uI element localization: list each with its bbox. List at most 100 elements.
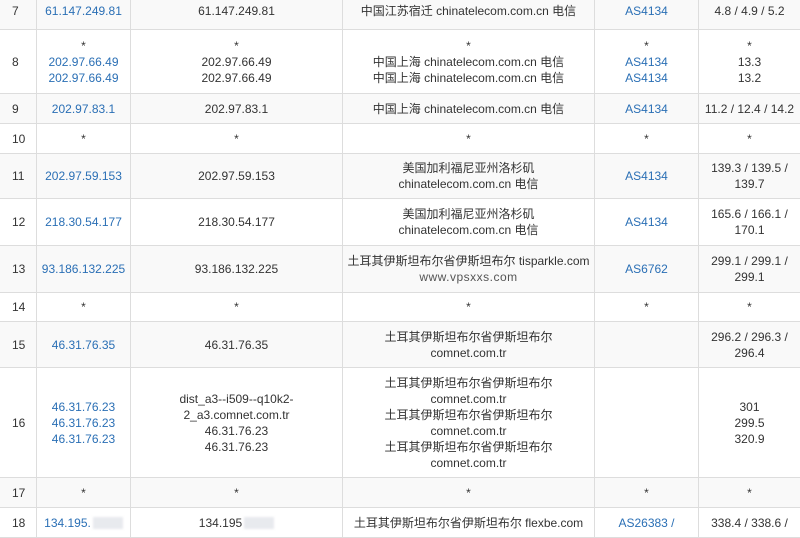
ip-address: 134.195. <box>36 508 130 537</box>
ip-line[interactable]: 46.31.76.23 <box>52 399 115 415</box>
asn-line[interactable]: AS4134 <box>625 54 668 70</box>
rtt-line: * <box>747 38 752 53</box>
loc-line: 中国上海 chinatelecom.com.cn 电信 <box>372 70 565 85</box>
latency: 11.2 / 12.4 / 14.2 <box>698 94 800 123</box>
table-row: 16 46.31.76.23 46.31.76.23 46.31.76.23 dist_… <box>0 368 800 478</box>
table-row: 18 134.195. 134.195 土耳其伊斯坦布尔省伊斯坦布尔 flexbe.c… <box>0 508 800 538</box>
host-line: 2_a3.comnet.com.tr <box>183 407 290 422</box>
hop-number: 14 <box>0 293 36 321</box>
ip-line[interactable]: 46.31.76.23 <box>52 431 115 447</box>
loc-line: comnet.com.tr <box>430 455 507 470</box>
ip-line[interactable]: 218.30.54.177 <box>45 214 122 230</box>
loc-line: comnet.com.tr <box>430 391 507 406</box>
ip-line[interactable]: 202.97.83.1 <box>52 101 115 117</box>
host-line: 202.97.66.49 <box>201 54 272 69</box>
hostname: dist_a3--i509--q10k2- 2_a3.comnet.com.tr 4… <box>130 368 342 477</box>
ip-line: * <box>81 485 86 500</box>
ip-line[interactable]: 46.31.76.35 <box>52 337 115 353</box>
ip-address: 46.31.76.23 46.31.76.23 46.31.76.23 <box>36 368 130 477</box>
hostname: * 202.97.66.49 202.97.66.49 <box>130 30 342 93</box>
asn-line[interactable]: AS4134 <box>625 3 668 19</box>
table-row: 7 61.147.249.81 61.147.249.81 中国江苏宿迁 chinat… <box>0 0 800 30</box>
host-line: 93.186.132.225 <box>194 262 279 276</box>
hop-label: 9 <box>12 101 19 116</box>
host-line: 61.147.249.81 <box>198 3 275 18</box>
hostname: * <box>130 293 342 321</box>
ip-line[interactable]: 46.31.76.23 <box>52 415 115 431</box>
redaction-mask <box>92 517 123 530</box>
asn <box>594 322 698 367</box>
ip-line[interactable]: 61.147.249.81 <box>45 3 122 19</box>
table-row: 13 93.186.132.225 93.186.132.225 土耳其伊斯坦布尔省伊… <box>0 246 800 293</box>
host-line-wrap: 134.195 <box>199 515 275 531</box>
ip-line-wrap: 134.195. <box>44 515 123 531</box>
location: 土耳其伊斯坦布尔省伊斯坦布尔 comnet.com.tr 土耳其伊斯坦布尔省伊斯坦布… <box>342 368 594 477</box>
ip-line[interactable]: 134.195. <box>44 516 91 530</box>
hop-number: 12 <box>0 199 36 245</box>
watermark-text: www.vpsxxs.com <box>419 270 518 284</box>
rtt-line: 296.2 / 296.3 / <box>711 329 788 344</box>
host-line: * <box>234 300 239 314</box>
asn-line[interactable]: AS4134 <box>625 168 668 184</box>
table-row: 12 218.30.54.177 218.30.54.177 美国加利福尼亚州洛杉矶 c… <box>0 199 800 246</box>
ip-line[interactable]: 202.97.66.49 <box>48 70 118 86</box>
asn: AS4134 <box>594 0 698 29</box>
loc-line: comnet.com.tr <box>430 345 507 360</box>
asn: AS6762 <box>594 246 698 292</box>
latency: 338.4 / 338.6 / <box>698 508 800 537</box>
loc-line: 中国上海 chinatelecom.com.cn 电信 <box>372 101 565 116</box>
rtt-line: 299.5 <box>734 415 765 430</box>
rtt-line: 139.3 / 139.5 / <box>711 161 788 175</box>
ip-line[interactable]: 93.186.132.225 <box>42 261 125 277</box>
asn-line[interactable]: AS4134 <box>625 70 668 86</box>
hop-label: 10 <box>12 131 26 146</box>
ip-line[interactable]: 202.97.66.49 <box>48 54 118 70</box>
ip-line: * <box>81 300 86 314</box>
ip-address: 202.97.83.1 <box>36 94 130 123</box>
table-row: 9 202.97.83.1 202.97.83.1 中国上海 chinatelecom… <box>0 94 800 124</box>
rtt-line: 4.8 / 4.9 / 5.2 <box>714 3 785 18</box>
latency: * <box>698 293 800 321</box>
latency: 165.6 / 166.1 / 170.1 <box>698 199 800 245</box>
latency: 296.2 / 296.3 /296.4 <box>698 322 800 367</box>
redaction-mask <box>244 517 275 530</box>
hop-number: 16 <box>0 368 36 477</box>
hop-number: 18 <box>0 508 36 537</box>
loc-line: 中国上海 chinatelecom.com.cn 电信 <box>372 54 565 69</box>
ip-address: * 202.97.66.49 202.97.66.49 <box>36 30 130 93</box>
hostname: 46.31.76.35 <box>130 322 342 367</box>
ip-line[interactable]: 202.97.59.153 <box>45 168 122 184</box>
asn-line[interactable]: AS4134 <box>625 214 668 230</box>
table-row: 11 202.97.59.153 202.97.59.153 美国加利福尼亚州洛杉矶 c… <box>0 154 800 199</box>
loc-line: * <box>466 485 471 500</box>
location: * 中国上海 chinatelecom.com.cn 电信 中国上海 chinate… <box>342 30 594 93</box>
location: 土耳其伊斯坦布尔省伊斯坦布尔 tisparkle.com www.vpsxxs.c… <box>342 246 594 292</box>
ip-address: * <box>36 478 130 507</box>
latency: 139.3 / 139.5 / 139.7 <box>698 154 800 198</box>
asn-line[interactable]: AS4134 <box>625 101 668 117</box>
traceroute-table: 7 61.147.249.81 61.147.249.81 中国江苏宿迁 chinat… <box>0 0 800 538</box>
host-line: 202.97.83.1 <box>204 101 269 116</box>
rtt-line: * <box>747 300 752 314</box>
table-row: 14 * * * * * <box>0 293 800 322</box>
host-line: 218.30.54.177 <box>198 215 275 229</box>
loc-line: comnet.com.tr <box>430 423 507 438</box>
asn-line[interactable]: AS6762 <box>625 261 668 277</box>
asn-line[interactable]: AS26383 / <box>618 515 674 531</box>
loc-line: 美国加利福尼亚州洛杉矶 <box>402 161 535 175</box>
hop-label: 12 <box>12 215 26 229</box>
hop-number: 8 <box>0 30 36 93</box>
hop-label: 18 <box>12 515 26 530</box>
loc-line: 土耳其伊斯坦布尔省伊斯坦布尔 flexbe.com <box>353 515 584 530</box>
hop-label: 14 <box>12 300 26 314</box>
table-row: 8 * 202.97.66.49 202.97.66.49 * 202.97.66.49 2… <box>0 30 800 94</box>
rtt-line: * <box>747 485 752 500</box>
hostname: 61.147.249.81 <box>130 0 342 29</box>
hop-number: 17 <box>0 478 36 507</box>
ip-line: * <box>81 38 86 53</box>
rtt-line: 338.4 / 338.6 / <box>711 515 788 530</box>
rtt-line: 139.7 <box>734 177 765 191</box>
host-line: 202.97.59.153 <box>198 169 275 183</box>
hostname: 93.186.132.225 <box>130 246 342 292</box>
table-row: 17 * * * * * <box>0 478 800 508</box>
